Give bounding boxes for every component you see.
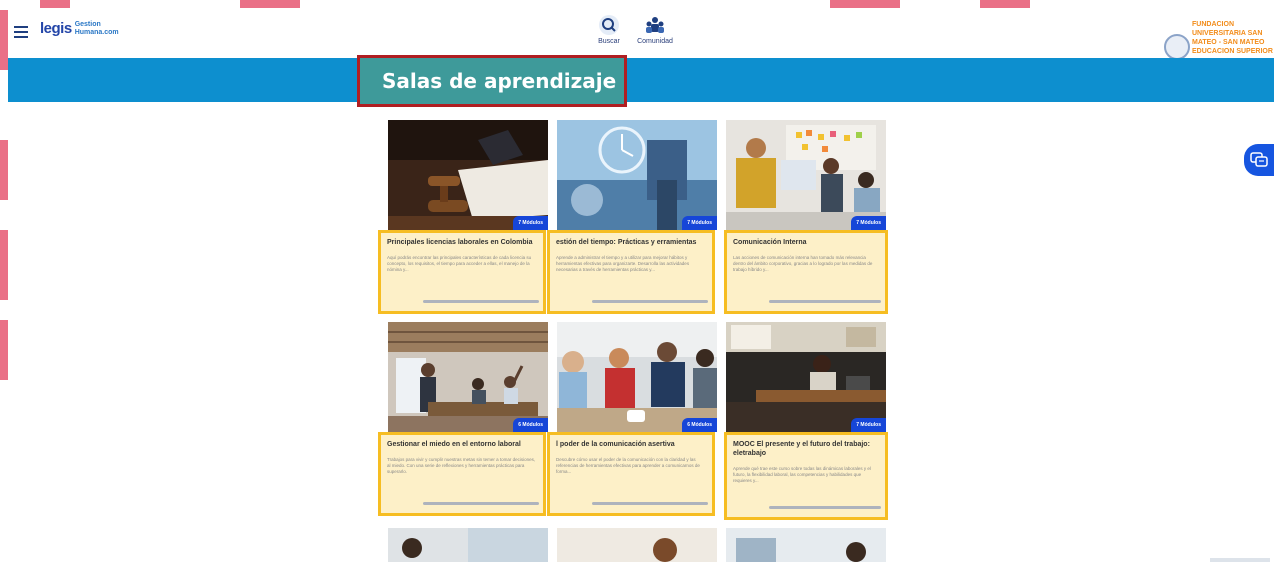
nav-comunidad-label: Comunidad xyxy=(637,38,673,45)
course-image: 7 Módulos xyxy=(726,322,886,432)
course-description: Aprende a administrar el tiempo y a util… xyxy=(556,255,690,272)
decorative-stripe xyxy=(830,0,900,8)
decorative-stripe xyxy=(40,0,70,8)
course-card-body[interactable]: Gestionar el miedo en el entorno laboral… xyxy=(378,432,546,516)
course-title: MOOC El presente y el futuro del trabajo… xyxy=(733,441,870,457)
course-image xyxy=(557,528,717,562)
course-card[interactable] xyxy=(557,528,717,562)
decorative-stripe xyxy=(0,230,8,300)
decorative-stripe xyxy=(0,320,8,380)
logo-wordmark: legis xyxy=(40,20,72,37)
progress-bar xyxy=(423,300,539,303)
chat-button[interactable] xyxy=(1244,144,1274,176)
module-count-badge: 6 Módulos xyxy=(682,418,717,432)
course-title: Gestionar el miedo en el entorno laboral xyxy=(387,441,521,448)
course-title: l poder de la comunicación asertiva xyxy=(556,441,675,448)
progress-bar xyxy=(769,506,881,509)
top-navigation-bar: legis Gestion Humana.com Buscar Comunidad… xyxy=(8,8,1274,60)
search-icon xyxy=(599,15,619,35)
nav-comunidad[interactable]: Comunidad xyxy=(630,14,680,45)
page-title-highlight: Salas de aprendizaje xyxy=(357,55,627,107)
course-card-body[interactable]: MOOC El presente y el futuro del trabajo… xyxy=(724,432,888,520)
course-image: 6 Módulos xyxy=(388,322,548,432)
hamburger-menu-icon[interactable] xyxy=(14,26,28,38)
scrollbar[interactable] xyxy=(1210,558,1270,562)
progress-bar xyxy=(423,502,539,505)
course-image: 6 Módulos xyxy=(557,322,717,432)
course-title: estión del tiempo: Prácticas y erramient… xyxy=(556,239,697,246)
nav-buscar-label: Buscar xyxy=(598,38,620,45)
progress-bar xyxy=(592,300,708,303)
progress-bar xyxy=(592,502,708,505)
course-card-body[interactable]: estión del tiempo: Prácticas y erramient… xyxy=(547,230,715,314)
nav-buscar[interactable]: Buscar xyxy=(584,14,634,45)
decorative-stripe xyxy=(0,140,8,200)
decorative-stripe xyxy=(240,0,300,8)
decorative-stripe xyxy=(980,0,1030,8)
course-image xyxy=(726,528,886,562)
module-count-badge: 7 Módulos xyxy=(851,216,886,230)
course-description: Trabajos para vivir y cumplir nuestras m… xyxy=(387,457,536,474)
course-image: 7 Módulos xyxy=(388,120,548,230)
course-title: Principales licencias laborales en Colom… xyxy=(387,239,533,246)
page-title: Salas de aprendizaje xyxy=(382,69,617,93)
decorative-stripe xyxy=(0,10,8,70)
logo-subtitle: Gestion Humana.com xyxy=(74,20,119,36)
course-description: Aprende qué trae este curso sobre todas … xyxy=(733,466,871,483)
course-image: 7 Módulos xyxy=(726,120,886,230)
course-card-body[interactable]: Principales licencias laborales en Colom… xyxy=(378,230,546,314)
course-card-body[interactable]: l poder de la comunicación asertiva Desc… xyxy=(547,432,715,516)
module-count-badge: 7 Módulos xyxy=(682,216,717,230)
course-description: Descubre cómo usar el poder de la comuni… xyxy=(556,457,700,474)
user-avatar[interactable] xyxy=(1164,34,1190,60)
course-image: 7 Módulos xyxy=(557,120,717,230)
course-title: Comunicación Interna xyxy=(733,239,807,246)
course-image xyxy=(388,528,548,562)
course-description: Las acciones de comunicación interna han… xyxy=(733,255,873,272)
course-description: Aquí podrás encontrar las principales ca… xyxy=(387,255,532,272)
organization-name: FUNDACION UNIVERSITARIA SAN MATEO - SAN … xyxy=(1192,21,1273,55)
legis-logo[interactable]: legis Gestion Humana.com xyxy=(40,20,119,37)
course-card-body[interactable]: Comunicación Interna Las acciones de com… xyxy=(724,230,888,314)
module-count-badge: 7 Módulos xyxy=(851,418,886,432)
module-count-badge: 7 Módulos xyxy=(513,216,548,230)
community-icon xyxy=(646,17,664,33)
module-count-badge: 6 Módulos xyxy=(513,418,548,432)
progress-bar xyxy=(769,300,881,303)
course-card[interactable] xyxy=(388,528,548,562)
chat-icon xyxy=(1250,152,1268,167)
course-card[interactable] xyxy=(726,528,886,562)
page-banner xyxy=(8,58,1274,102)
